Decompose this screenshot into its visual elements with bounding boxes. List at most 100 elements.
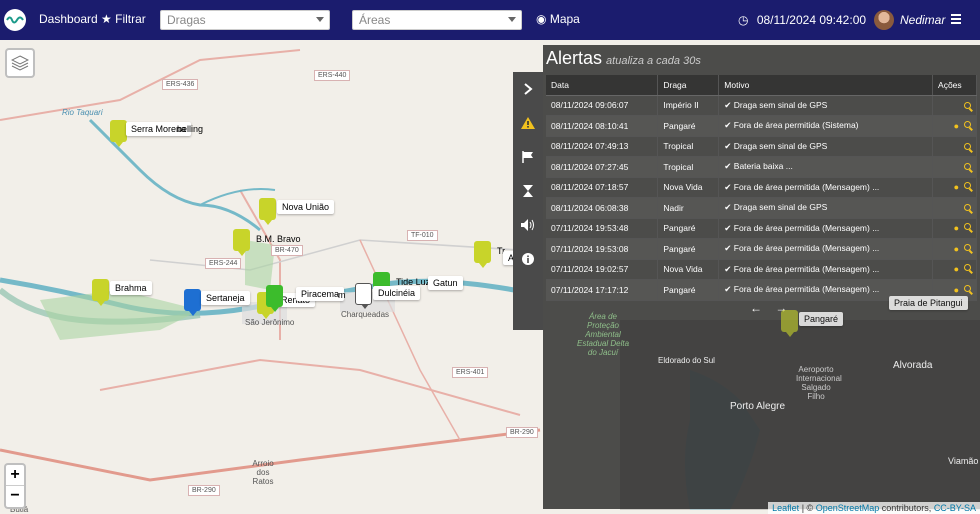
pager-prev-button[interactable]: ← — [750, 301, 762, 315]
search-icon[interactable] — [964, 163, 971, 171]
wave-logo-icon[interactable] — [4, 9, 26, 31]
volume-icon[interactable] — [513, 208, 543, 242]
place-rio-taquari: Rio Taquari — [62, 108, 103, 117]
search-icon[interactable] — [964, 284, 971, 292]
alert-draga: Pangaré — [657, 115, 720, 137]
search-icon[interactable] — [964, 223, 971, 231]
dredge-marker[interactable] — [259, 198, 276, 225]
mapa-link[interactable]: ◉ Mapa — [536, 12, 580, 26]
search-icon[interactable] — [964, 264, 971, 272]
dredge-marker[interactable] — [355, 283, 372, 309]
mapa-label: Mapa — [549, 12, 580, 26]
alert-draga: Pangaré — [657, 218, 720, 239]
map-pin-icon[interactable]: ● — [954, 121, 959, 131]
search-icon[interactable] — [964, 182, 971, 190]
check-icon: ✔ — [724, 243, 734, 254]
alert-row[interactable]: 08/11/2024 07:18:57 Nova Vida ✔ Fora de ár… — [546, 177, 977, 198]
map-pin-icon[interactable]: ● — [954, 285, 959, 295]
marker-label-praia-de-pitangui: Praia de Pitangui — [889, 296, 968, 310]
dragas-select[interactable]: Dragas — [160, 10, 330, 30]
alert-draga: Nova Vida — [657, 177, 720, 198]
chevron-right-icon[interactable] — [513, 72, 543, 106]
hourglass-icon[interactable] — [513, 174, 543, 208]
map-view[interactable]: ERS-436 ERS-440 BR-470 TF-010 ERS-244 ER… — [0, 40, 980, 514]
alert-row[interactable]: 08/11/2024 06:08:38 Nadir ✔ Draga sem sina… — [546, 197, 977, 219]
marker-label-gatun: Gatun — [428, 276, 463, 290]
alert-row[interactable]: 07/11/2024 19:53:48 Pangaré ✔ Fora de área… — [546, 218, 977, 239]
alert-date: 07/11/2024 17:17:12 — [546, 279, 659, 301]
avatar[interactable] — [874, 10, 894, 30]
username[interactable]: Nedimar — [900, 13, 945, 27]
alert-date: 08/11/2024 07:27:45 — [546, 156, 659, 178]
flag-icon[interactable] — [513, 140, 543, 174]
alert-motivo: ✔ Fora de área permitida (Mensagem) ... — [718, 259, 934, 280]
dredge-marker[interactable] — [233, 229, 250, 256]
hamburger-icon[interactable] — [951, 14, 961, 24]
map-pin-icon[interactable]: ● — [954, 182, 959, 192]
alert-draga: Império II — [657, 95, 720, 116]
dredge-marker[interactable] — [110, 120, 127, 147]
road-shield-br-290-b: BR-290 — [188, 485, 220, 496]
search-icon[interactable] — [964, 101, 971, 109]
zoom-in-button[interactable]: + — [6, 465, 24, 486]
marker-label-dulcineia: Dulcinéia — [373, 286, 421, 300]
alert-motivo: ✔ Draga sem sinal de GPS — [718, 136, 934, 157]
dredge-marker[interactable] — [266, 285, 283, 312]
dredge-marker[interactable] — [184, 289, 201, 316]
attribution-contrib: contributors, — [881, 503, 932, 513]
dredge-marker[interactable] — [474, 241, 491, 268]
dredge-marker[interactable] — [781, 310, 798, 337]
alert-row[interactable]: 08/11/2024 09:06:07 Império II ✔ Draga sem… — [546, 95, 977, 116]
alerts-title-text: Alertas — [546, 48, 603, 68]
search-icon[interactable] — [964, 204, 971, 212]
place-porto-alegre: Porto Alegre — [730, 401, 786, 412]
search-icon[interactable] — [964, 142, 971, 150]
alert-motivo: ✔ Draga sem sinal de GPS — [718, 95, 934, 116]
alert-date: 07/11/2024 19:53:08 — [546, 238, 659, 260]
alert-motivo: ✔ Bateria baixa ... — [718, 156, 934, 178]
marker-label-brahma: Brahma — [110, 281, 152, 295]
warning-icon[interactable] — [513, 106, 543, 140]
alert-actions — [932, 95, 977, 116]
osm-link[interactable]: OpenStreetMap — [816, 503, 880, 513]
alert-motivo: ✔ Fora de área permitida (Mensagem) ... — [718, 238, 934, 260]
alert-draga: Pangaré — [657, 279, 720, 301]
dredge-marker[interactable] — [92, 279, 109, 306]
column-header-data[interactable]: Data — [546, 75, 659, 96]
areas-select[interactable]: Áreas — [352, 10, 522, 30]
check-icon: ✔ — [724, 284, 734, 295]
marker-label-m: m — [338, 290, 346, 300]
alert-actions: ● — [932, 115, 977, 137]
map-pin-icon[interactable]: ● — [954, 223, 959, 233]
info-icon[interactable] — [513, 242, 543, 276]
alert-row[interactable]: 08/11/2024 07:27:45 Tropical ✔ Bateria bai… — [546, 156, 977, 178]
alert-actions: ● — [932, 238, 977, 260]
filter-link[interactable]: ★ Filtrar — [101, 12, 146, 26]
road-shield-tf-010: TF-010 — [407, 230, 438, 241]
alert-draga: Pangaré — [657, 238, 720, 260]
road-shield-br-470: BR-470 — [271, 245, 303, 256]
alert-row[interactable]: 08/11/2024 07:49:13 Tropical ✔ Draga sem s… — [546, 136, 977, 157]
leaflet-link[interactable]: Leaflet — [772, 503, 799, 513]
alert-motivo-text: Fora de área permitida (Mensagem) ... — [733, 263, 880, 274]
license-link[interactable]: CC-BY-SA — [934, 503, 976, 513]
alerts-table-header: Data Draga Motivo Ações — [546, 75, 977, 96]
alert-row[interactable]: 08/11/2024 08:10:41 Pangaré ✔ Fora de área… — [546, 115, 977, 137]
search-icon[interactable] — [964, 243, 971, 251]
place-viamao: Viamão — [948, 456, 979, 466]
check-icon: ✔ — [724, 99, 734, 110]
alert-motivo-text: Fora de área permitida (Mensagem) ... — [733, 284, 880, 295]
alert-draga: Nadir — [657, 197, 720, 219]
column-header-motivo[interactable]: Motivo — [718, 75, 934, 96]
map-pin-icon[interactable]: ● — [954, 244, 959, 254]
zoom-out-button[interactable]: − — [6, 486, 24, 507]
alert-row[interactable]: 07/11/2024 19:02:57 Nova Vida ✔ Fora de ár… — [546, 259, 977, 280]
dashboard-link[interactable]: Dashboard — [39, 12, 98, 26]
search-icon[interactable] — [964, 120, 971, 128]
alert-row[interactable]: 07/11/2024 19:53:08 Pangaré ✔ Fora de área… — [546, 238, 977, 260]
chevron-down-icon — [316, 17, 324, 22]
place-charqueadas: Charqueadas — [341, 310, 390, 319]
map-pin-icon[interactable]: ● — [954, 264, 959, 274]
column-header-draga[interactable]: Draga — [657, 75, 720, 96]
layers-icon[interactable] — [5, 48, 35, 78]
